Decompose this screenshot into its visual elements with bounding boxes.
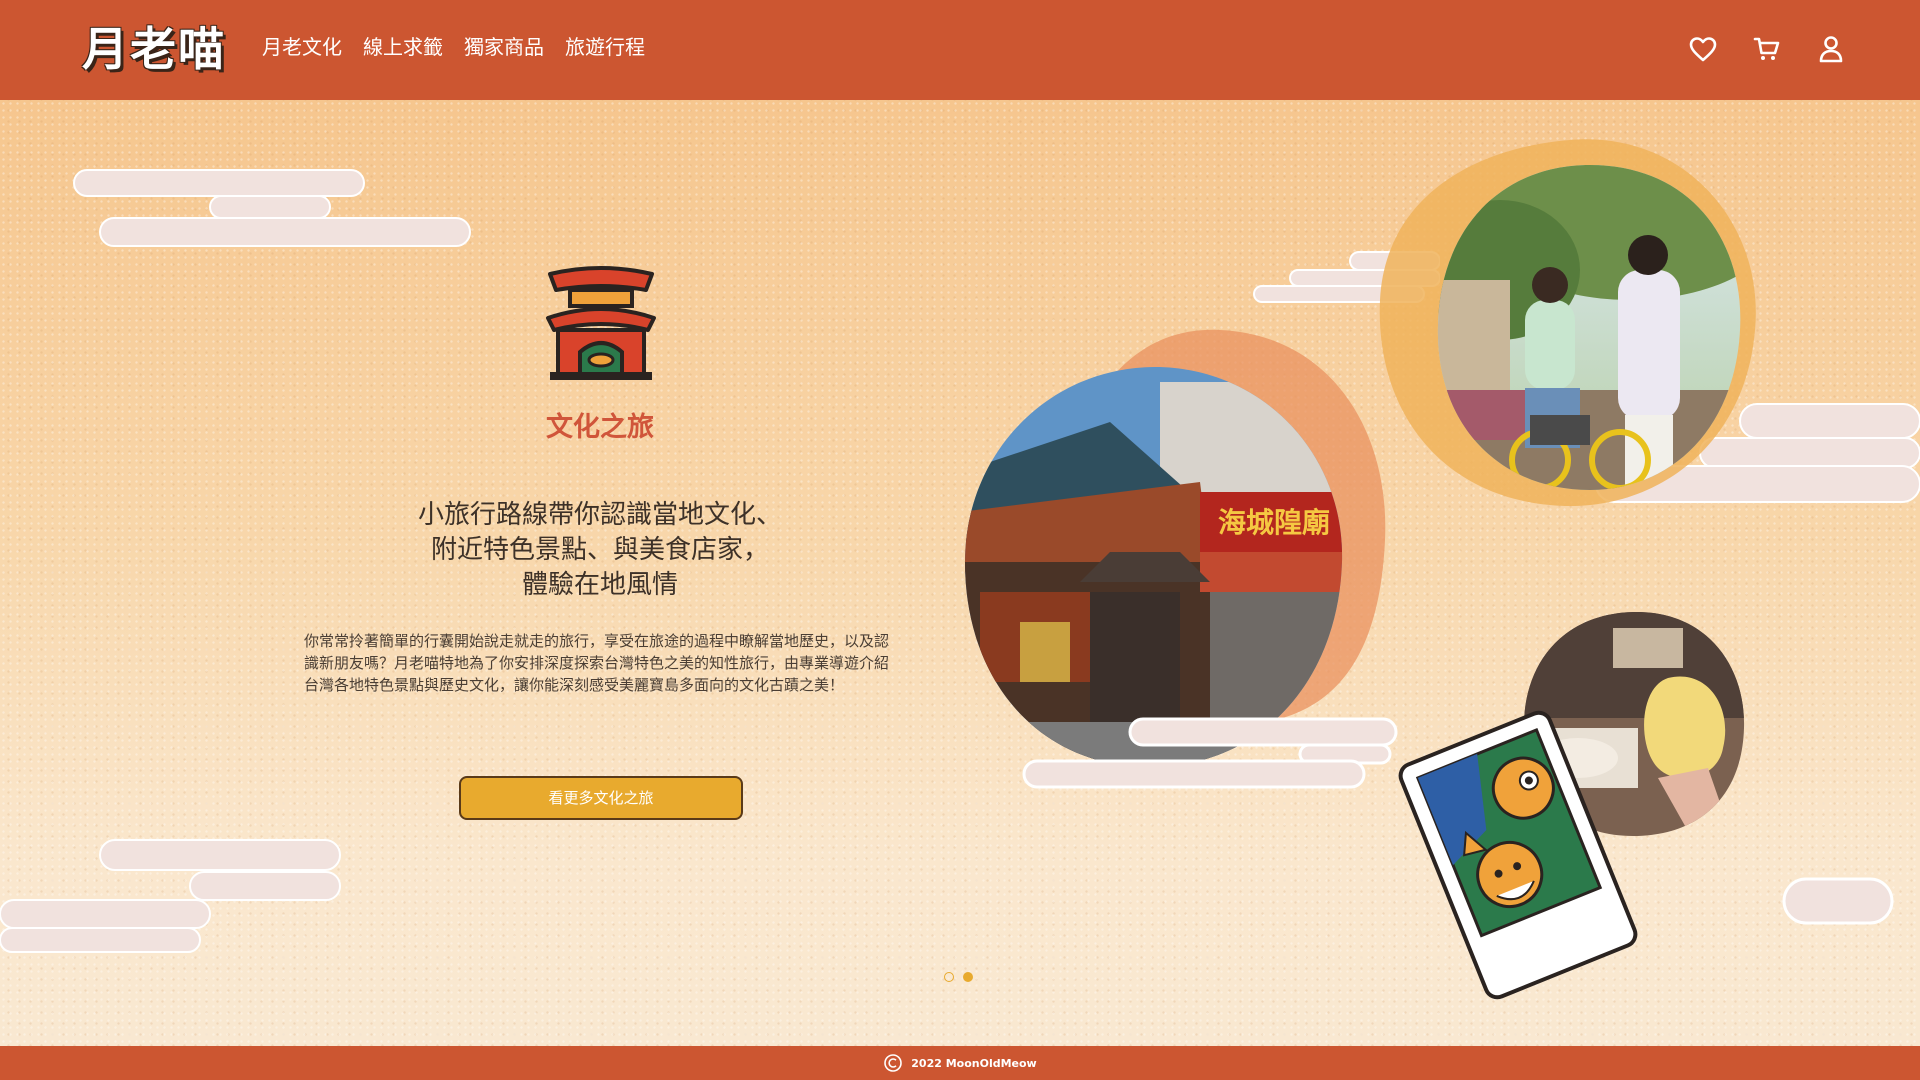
heart-icon[interactable] — [1686, 32, 1720, 66]
section-title: 文化之旅 — [546, 412, 654, 443]
hero-section: 海城隍廟 文化之旅 小旅行路線帶你認識當地文化、 附近特色景點、與美食店家， 體… — [0, 100, 1920, 1046]
carousel-dot-2[interactable] — [963, 972, 973, 982]
temple-sign-text: 海城隍廟 — [1218, 506, 1330, 539]
temple-icon — [546, 266, 656, 380]
polaroid-cats-illustration — [1398, 710, 1638, 1000]
cloud-decoration — [73, 169, 471, 247]
headline-line: 小旅行路線帶你認識當地文化、 — [417, 500, 782, 530]
cart-icon[interactable] — [1750, 32, 1784, 66]
site-logo[interactable]: 月老喵 — [82, 20, 226, 78]
copyright-icon — [884, 1054, 903, 1072]
hero-headline: 小旅行路線帶你認識當地文化、 附近特色景點、與美食店家， 體驗在地風情 — [300, 498, 900, 603]
footer-copyright: 2022 MoonOldMeow — [911, 1056, 1037, 1070]
top-navbar: 月老喵 月老文化 線上求籤 獨家商品 旅遊行程 — [0, 0, 1920, 100]
nav-item-products[interactable]: 獨家商品 — [464, 32, 544, 62]
cloud-decoration — [1022, 717, 1398, 789]
carousel-indicators — [944, 972, 973, 982]
site-footer: 2022 MoonOldMeow — [0, 1046, 1920, 1080]
user-icon[interactable] — [1814, 32, 1848, 66]
more-culture-tours-button[interactable]: 看更多文化之旅 — [459, 776, 743, 820]
cloud-decoration — [1782, 877, 1894, 925]
couple-bike-photo — [1437, 165, 1741, 490]
carousel-dot-1[interactable] — [944, 972, 954, 982]
main-nav: 月老文化 線上求籤 獨家商品 旅遊行程 — [262, 32, 666, 62]
hero-description: 你常常拎著簡單的行囊開始說走就走的旅行，享受在旅途的過程中瞭解當地歷史，以及認識… — [304, 632, 890, 694]
cloud-decoration — [0, 839, 341, 953]
headline-line: 體驗在地風情 — [521, 570, 678, 600]
nav-item-culture[interactable]: 月老文化 — [262, 32, 342, 62]
headline-line: 附近特色景點、與美食店家， — [430, 535, 769, 565]
nav-item-fortune[interactable]: 線上求籤 — [363, 32, 443, 62]
nav-item-tours[interactable]: 旅遊行程 — [565, 32, 645, 62]
header-actions — [1686, 32, 1848, 66]
